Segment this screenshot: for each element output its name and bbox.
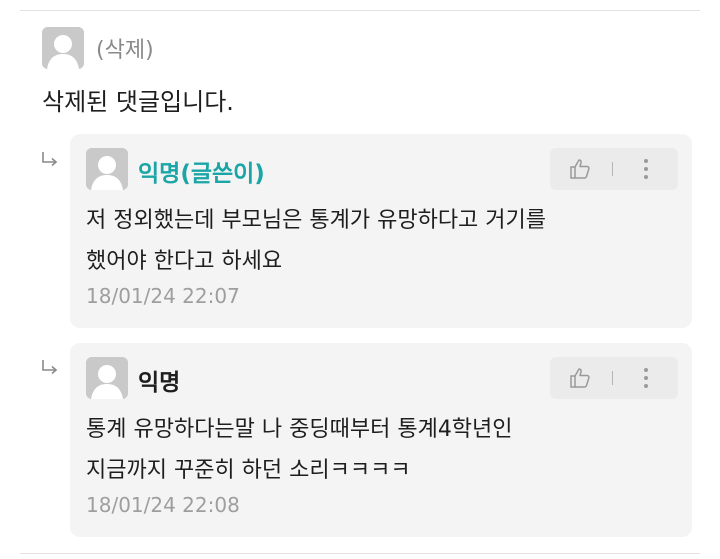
action-separator xyxy=(612,162,613,176)
reply-comment: 익명 통계 유망하다는말 나 중딩때부터 통계4학년인 지금까지 꾸준히 하던 … xyxy=(70,343,692,537)
comment-actions xyxy=(550,148,678,190)
avatar[interactable] xyxy=(86,148,128,190)
avatar[interactable] xyxy=(42,27,84,69)
thumbs-up-icon[interactable] xyxy=(568,157,592,181)
reply-text-line: 했어야 한다고 하세요 xyxy=(86,249,283,274)
reply-text-line: 저 정외했는데 부모님은 통계가 유망하다고 거기를 xyxy=(86,208,547,233)
reply-text-line: 지금까지 꾸준히 하던 소리ㅋㅋㅋㅋ xyxy=(86,458,411,483)
reply-text: 통계 유망하다는말 나 중딩때부터 통계4학년인 지금까지 꾸준히 하던 소리ㅋ… xyxy=(86,409,676,491)
more-vertical-icon[interactable] xyxy=(634,156,658,182)
comment-actions xyxy=(550,357,678,399)
action-separator xyxy=(612,371,613,385)
default-avatar-icon xyxy=(42,27,84,69)
reply-text: 저 정외했는데 부모님은 통계가 유망하다고 거기를 했어야 한다고 하세요 xyxy=(86,200,676,282)
thumbs-up-icon[interactable] xyxy=(568,366,592,390)
reply-comment: 익명(글쓴이) 저 정외했는데 부모님은 통계가 유망하다고 거기를 했어야 한… xyxy=(70,134,692,328)
reply-arrow-icon xyxy=(40,150,60,170)
more-vertical-icon[interactable] xyxy=(634,365,658,391)
deleted-author-name: (삭제) xyxy=(96,38,154,63)
deleted-comment-text: 삭제된 댓글입니다. xyxy=(42,88,234,116)
top-divider xyxy=(20,10,700,11)
reply-timestamp: 18/01/24 22:07 xyxy=(86,284,240,308)
avatar[interactable] xyxy=(86,357,128,399)
reply-text-line: 통계 유망하다는말 나 중딩때부터 통계4학년인 xyxy=(86,417,513,442)
default-avatar-icon xyxy=(86,357,128,399)
reply-author-name: 익명(글쓴이) xyxy=(138,161,265,187)
default-avatar-icon xyxy=(86,148,128,190)
bottom-divider xyxy=(20,553,700,554)
comment-thread: (삭제) 삭제된 댓글입니다. 익명(글쓴이) 저 정외했는데 부모님은 통계가… xyxy=(0,0,720,559)
reply-arrow-icon xyxy=(40,358,60,378)
reply-author-name: 익명 xyxy=(138,370,181,396)
reply-timestamp: 18/01/24 22:08 xyxy=(86,493,240,517)
